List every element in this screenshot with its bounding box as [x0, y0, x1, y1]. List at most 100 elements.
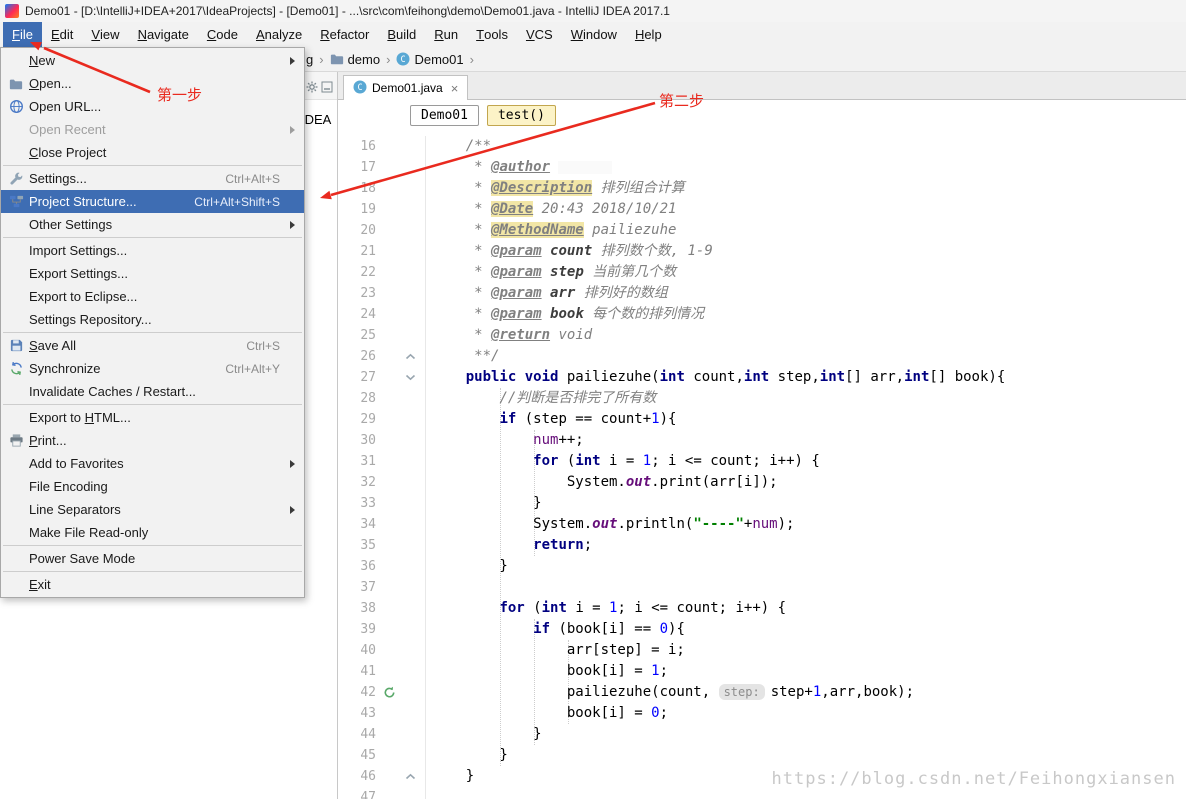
code-text[interactable]: book[i] = 1;: [426, 661, 668, 682]
recursive-call-icon[interactable]: [376, 686, 403, 699]
code-line[interactable]: 34 System.out.println("----"+num);: [338, 514, 1186, 535]
code-line[interactable]: 40 arr[step] = i;: [338, 640, 1186, 661]
gear-icon[interactable]: [306, 80, 318, 98]
code-line[interactable]: 20 * @MethodName pailiezuhe: [338, 220, 1186, 241]
code-line[interactable]: 25 * @return void: [338, 325, 1186, 346]
menu-view[interactable]: View: [82, 22, 128, 47]
code-text[interactable]: * @MethodName pailiezuhe: [426, 220, 676, 241]
code-text[interactable]: for (int i = 1; i <= count; i++) {: [426, 451, 820, 472]
code-line[interactable]: 37: [338, 577, 1186, 598]
menu-item-other-settings[interactable]: Other Settings: [1, 213, 304, 236]
code-line[interactable]: 21 * @param count 排列数个数, 1-9: [338, 241, 1186, 262]
code-text[interactable]: * @author: [426, 157, 613, 178]
editor[interactable]: Demo01 test() 16 /** 17 * @author 18 * @D…: [338, 100, 1186, 799]
menu-item-make-file-read-only[interactable]: Make File Read-only: [1, 521, 304, 544]
menu-window[interactable]: Window: [562, 22, 626, 47]
menu-item-open-url[interactable]: Open URL...: [1, 95, 304, 118]
code-line[interactable]: 27 public void pailiezuhe(int count,int …: [338, 367, 1186, 388]
code-text[interactable]: * @param arr 排列好的数组: [426, 283, 668, 304]
menu-item-add-to-favorites[interactable]: Add to Favorites: [1, 452, 304, 475]
menu-vcs[interactable]: V CS: [517, 22, 562, 47]
code-line[interactable]: 30 num++;: [338, 430, 1186, 451]
menu-item-close-project[interactable]: Close Project: [1, 141, 304, 164]
code-line[interactable]: 45 }: [338, 745, 1186, 766]
code-line[interactable]: 39 if (book[i] == 0){: [338, 619, 1186, 640]
code-line[interactable]: 23 * @param arr 排列好的数组: [338, 283, 1186, 304]
menu-item-invalidate-caches-restart[interactable]: Invalidate Caches / Restart...: [1, 380, 304, 403]
code-text[interactable]: num++;: [426, 430, 584, 451]
code-text[interactable]: book[i] = 0;: [426, 703, 668, 724]
code-text[interactable]: for (int i = 1; i <= count; i++) {: [426, 598, 786, 619]
hide-panel-icon[interactable]: [321, 80, 333, 98]
menu-tools[interactable]: Tools: [467, 22, 517, 47]
menu-navigate[interactable]: Navigate: [129, 22, 198, 47]
code-text[interactable]: * @Description 排列组合计算: [426, 178, 685, 199]
menu-item-export-to-html[interactable]: Export to HTML...: [1, 406, 304, 429]
code-text[interactable]: }: [426, 556, 507, 577]
code-text[interactable]: * @Date 20:43 2018/10/21: [426, 199, 676, 220]
menu-item-save-all[interactable]: Save All Ctrl+S: [1, 334, 304, 357]
menu-help[interactable]: Help: [626, 22, 671, 47]
menu-item-synchronize[interactable]: Synchronize Ctrl+Alt+Y: [1, 357, 304, 380]
code-line[interactable]: 42 pailiezuhe(count, step: step+1,arr,boo…: [338, 682, 1186, 703]
menu-item-line-separators[interactable]: Line Separators: [1, 498, 304, 521]
breadcrumb-g[interactable]: g: [306, 52, 313, 67]
menu-code[interactable]: Code: [198, 22, 247, 47]
code-text[interactable]: if (step == count+1){: [426, 409, 676, 430]
code-text[interactable]: * @param step 当前第几个数: [426, 262, 676, 283]
code-line[interactable]: 16 /**: [338, 136, 1186, 157]
code-text[interactable]: return;: [426, 535, 592, 556]
menu-item-file-encoding[interactable]: File Encoding: [1, 475, 304, 498]
menu-analyze[interactable]: Analyze: [247, 22, 311, 47]
code-line[interactable]: 36 }: [338, 556, 1186, 577]
code-text[interactable]: * @return void: [426, 325, 592, 346]
code-text[interactable]: pailiezuhe(count, step: step+1,arr,book);: [426, 682, 914, 703]
code-line[interactable]: 26 **/: [338, 346, 1186, 367]
menu-item-settings-repository[interactable]: Settings Repository...: [1, 308, 304, 331]
breadcrumb-method-box[interactable]: test(): [486, 105, 556, 126]
menu-item-open-recent[interactable]: Open Recent: [1, 118, 304, 141]
code-line[interactable]: 19 * @Date 20:43 2018/10/21: [338, 199, 1186, 220]
code-line[interactable]: 35 return;: [338, 535, 1186, 556]
code-text[interactable]: [426, 787, 432, 799]
breadcrumb-demo01[interactable]: C Demo01: [396, 52, 464, 67]
menu-item-open[interactable]: Open...: [1, 72, 304, 95]
menu-run[interactable]: Run: [425, 22, 467, 47]
code-text[interactable]: * @param book 每个数的排列情况: [426, 304, 704, 325]
menu-item-project-structure[interactable]: Project Structure... Ctrl+Alt+Shift+S: [1, 190, 304, 213]
close-tab-icon[interactable]: ×: [451, 81, 459, 96]
code-line[interactable]: 41 book[i] = 1;: [338, 661, 1186, 682]
code-line[interactable]: 18 * @Description 排列组合计算: [338, 178, 1186, 199]
code-text[interactable]: if (book[i] == 0){: [426, 619, 685, 640]
code-text[interactable]: System.out.print(arr[i]);: [426, 472, 778, 493]
code-line[interactable]: 17 * @author: [338, 157, 1186, 178]
menu-item-power-save-mode[interactable]: Power Save Mode: [1, 547, 304, 570]
project-tree-item-clipped[interactable]: IDEA: [301, 112, 331, 127]
code-text[interactable]: * @param count 排列数个数, 1-9: [426, 241, 713, 262]
code-line[interactable]: 22 * @param step 当前第几个数: [338, 262, 1186, 283]
code-text[interactable]: }: [426, 724, 541, 745]
code-text[interactable]: /**: [426, 136, 491, 157]
breadcrumb-demo[interactable]: demo: [330, 52, 380, 67]
menu-item-export-to-eclipse[interactable]: Export to Eclipse...: [1, 285, 304, 308]
code-text[interactable]: //判断是否排完了所有数: [426, 388, 656, 409]
code-text[interactable]: }: [426, 766, 474, 787]
fold-start-icon[interactable]: [403, 374, 418, 381]
code-text[interactable]: }: [426, 745, 507, 766]
code-line[interactable]: 31 for (int i = 1; i <= count; i++) {: [338, 451, 1186, 472]
code-line[interactable]: 29 if (step == count+1){: [338, 409, 1186, 430]
code-line[interactable]: 24 * @param book 每个数的排列情况: [338, 304, 1186, 325]
menu-item-exit[interactable]: Exit: [1, 573, 304, 596]
code-text[interactable]: System.out.println("----"+num);: [426, 514, 794, 535]
code-text[interactable]: **/: [426, 346, 499, 367]
fold-end-icon[interactable]: [403, 353, 418, 360]
tab-demo01-java[interactable]: C Demo01.java ×: [343, 75, 469, 100]
breadcrumb-class-box[interactable]: Demo01: [410, 105, 479, 126]
menu-edit[interactable]: Edit: [42, 22, 82, 47]
code-area[interactable]: 16 /** 17 * @author 18 * @Description 排列组…: [338, 100, 1186, 799]
menu-item-new[interactable]: New: [1, 49, 304, 72]
code-text[interactable]: }: [426, 493, 541, 514]
code-line[interactable]: 44 }: [338, 724, 1186, 745]
menu-file[interactable]: File: [3, 22, 42, 47]
menu-item-import-settings[interactable]: Import Settings...: [1, 239, 304, 262]
